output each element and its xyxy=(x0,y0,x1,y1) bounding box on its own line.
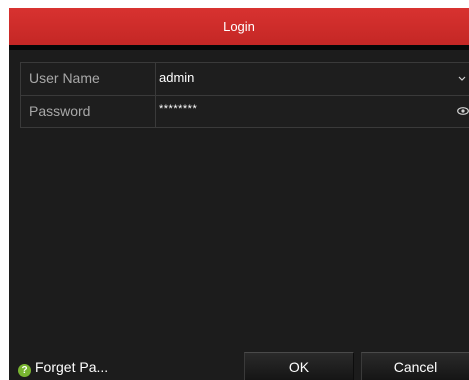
password-row: Password ******** xyxy=(21,96,469,128)
ok-button[interactable]: OK xyxy=(244,352,354,380)
username-row: User Name admin xyxy=(21,63,469,96)
help-icon: ? xyxy=(18,364,31,377)
login-form: User Name admin Password ******** xyxy=(20,62,469,128)
dialog-footer: ? Forget Pa... OK Cancel xyxy=(9,348,469,380)
title-bar: Login xyxy=(9,8,469,45)
eye-icon[interactable] xyxy=(457,105,469,117)
forget-password-link[interactable]: ? Forget Pa... xyxy=(18,359,109,377)
login-dialog: Login User Name admin Password ******** … xyxy=(9,8,469,380)
username-label: User Name xyxy=(21,63,156,95)
chevron-down-icon[interactable] xyxy=(457,72,467,84)
dialog-title: Login xyxy=(223,19,255,34)
forget-password-label: Forget Pa... xyxy=(35,359,109,375)
cancel-button[interactable]: Cancel xyxy=(361,352,469,380)
password-label: Password xyxy=(21,96,156,128)
title-bar-divider xyxy=(9,45,469,50)
password-field[interactable]: ******** xyxy=(159,96,197,128)
username-select[interactable]: admin xyxy=(159,63,194,95)
